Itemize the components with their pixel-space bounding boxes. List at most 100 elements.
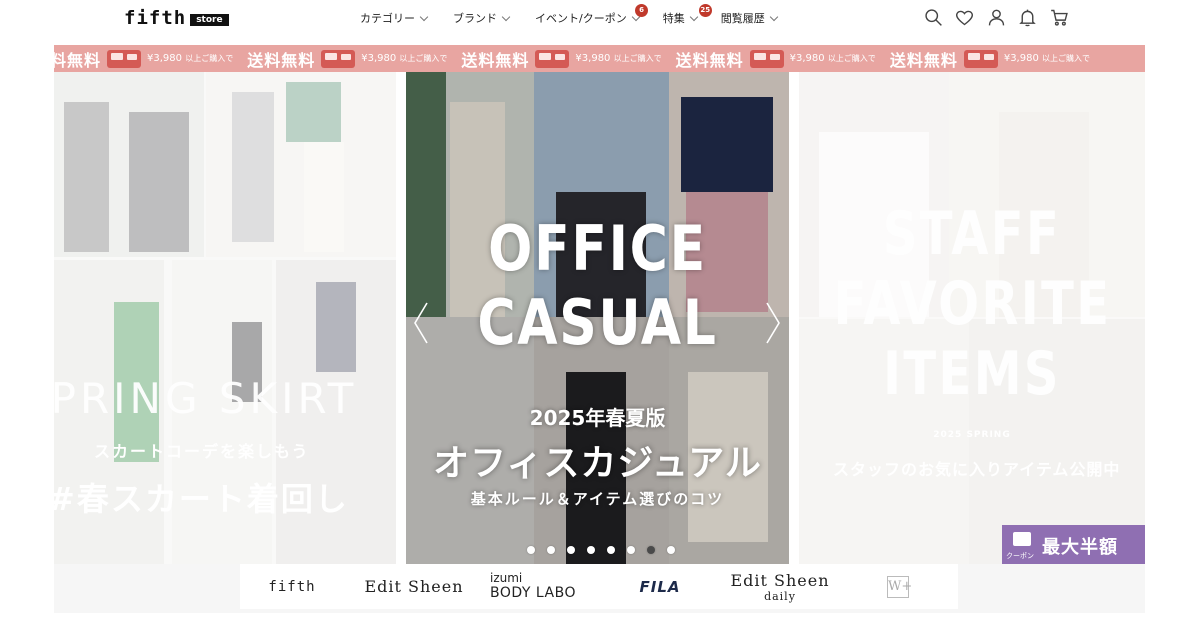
shipping-condition-text: 以上ご購入で [1042,54,1091,63]
slide-left-title: SPRING SKIRT [54,374,358,423]
shipping-condition: ¥3,980 以上ご購入で [575,53,661,64]
nav-category-label: カテゴリー [360,12,415,25]
delivery-van-icon [321,49,356,68]
chevron-left-icon [414,302,428,344]
carousel-dot[interactable] [647,546,655,554]
brand-wellness-logo: W+ [887,575,912,598]
brand-fila-logo: FILA [639,577,681,596]
delivery-van-icon [107,49,142,68]
brand-edit-sheen-daily-line1: Edit Sheen [730,570,830,590]
shipping-price: ¥3,980 [789,53,825,64]
chevron-right-icon [766,302,780,344]
brand-edit-sheen-daily-line2: daily [764,589,796,603]
nav-feature-label: 特集 [662,12,685,25]
slide-center-title-line1: OFFICE [488,212,707,285]
coupon-text: 最大半額 [1042,537,1118,558]
carousel-next-button[interactable] [762,300,784,346]
slide-right-title-line3: ITEMS [883,339,1061,409]
brand-izumi-line2: BODY LABO [490,585,576,601]
free-shipping-text: 送料無料 [247,50,316,70]
nav-brand[interactable]: ブランド [453,10,511,26]
slide-center-sub: 基本ルール＆アイテム選びのコツ [470,490,725,508]
brand-wellness[interactable]: W+ [876,564,920,609]
bell-icon [1019,9,1036,26]
brand-edit-sheen[interactable]: Edit Sheen [364,564,464,609]
carousel-dot[interactable] [567,546,575,554]
shipping-condition: ¥3,980 以上ご購入で [147,53,233,64]
shipping-condition: ¥3,980 以上ご購入で [361,53,447,64]
brand-edit-sheen-logo: Edit Sheen [364,577,464,596]
brand-fifth[interactable]: fifth [268,564,314,609]
carousel-dot[interactable] [527,546,535,554]
cart-button[interactable] [1048,6,1070,28]
nav-event-coupon[interactable]: イベント/クーポン 6 [535,4,648,26]
main-nav: カテゴリー ブランド イベント/クーポン 6 特集 25 閲覧履歴 [360,4,778,26]
site-logo[interactable]: fifth store [124,8,229,28]
slide-staff-favorite[interactable]: STAFF FAVORITE ITEMS 2025 SPRING スタッフのお気… [799,72,1145,564]
slide-center-title-line2: CASUAL [477,286,718,359]
shipping-segment: 送料無料 ¥3,980 以上ご購入で [676,47,890,71]
shipping-condition-text: 以上ご購入で [827,54,876,63]
carousel-dot[interactable] [547,546,555,554]
coupon-icon: クーポン [1002,525,1042,567]
slide-left-subtitle: スカートコーデを楽しもう [94,442,310,461]
nav-category[interactable]: カテゴリー [360,10,429,26]
carousel-dot[interactable] [667,546,675,554]
cart-icon [1050,9,1068,26]
nav-history[interactable]: 閲覧履歴 [721,10,778,26]
slide-spring-skirt[interactable]: SPRING SKIRT スカートコーデを楽しもう #春スカート着回し [54,72,396,564]
shipping-segment: 送料無料 ¥3,980 以上ご購入で [247,47,461,71]
brand-fila[interactable]: FILA [638,564,682,609]
shipping-segment: 送料無料 ¥3,980 以上ご購入で [461,47,675,71]
slide-center-main: オフィスカジュアル [433,443,762,484]
shipping-price: ¥3,980 [575,53,611,64]
shipping-condition: ¥3,980 以上ご購入で [790,53,876,64]
shipping-condition-text: 以上ご購入で [613,54,662,63]
shipping-price: ¥3,980 [361,53,397,64]
shipping-segment: 送料無料 ¥3,980 以上ご購入で [54,47,247,71]
slide-right-title-line1: STAFF [882,199,1062,269]
notification-button[interactable] [1017,6,1039,28]
nav-event-coupon-badge: 6 [635,4,648,17]
chevron-down-icon [689,12,698,21]
search-icon [924,8,942,26]
logo-text: fifth [124,7,187,29]
brand-izumi-body-labo[interactable]: izumi BODY LABO [490,564,584,609]
brand-list: fifth Edit Sheen izumi BODY LABO FILA Ed… [240,564,958,609]
delivery-van-icon [535,49,570,68]
favorite-button[interactable] [954,6,976,28]
shipping-price: ¥3,980 [147,53,183,64]
account-button[interactable] [985,6,1007,28]
slide-right-season: 2025 SPRING [933,430,1011,440]
delivery-van-icon [749,49,784,68]
slide-right-subtitle: スタッフのお気に入りアイテム公開中 [833,460,1121,479]
coupon-icon-label: クーポン [1006,552,1034,560]
carousel-dot[interactable] [607,546,615,554]
shipping-condition-text: 以上ご購入で [399,54,448,63]
nav-feature[interactable]: 特集 25 [662,4,712,26]
chevron-down-icon [419,12,429,21]
brand-edit-sheen-daily[interactable]: Edit Sheen daily [728,564,832,609]
free-shipping-text: 送料無料 [675,50,744,70]
brand-izumi-line1: izumi [490,571,523,585]
carousel-dot[interactable] [587,546,595,554]
slide-office-casual[interactable]: OFFICE CASUAL 2025年春夏版 オフィスカジュアル 基本ルール＆ア… [406,72,789,564]
search-button[interactable] [922,6,944,28]
nav-brand-label: ブランド [453,12,497,25]
shipping-condition: ¥3,980 以上ご購入で [1004,53,1090,64]
slide-center-year: 2025年春夏版 [529,406,666,430]
carousel-prev-button[interactable] [410,300,432,346]
slide-right-title-line2: FAVORITE [833,269,1112,339]
header-icons [922,6,1080,28]
carousel-dot[interactable] [627,546,635,554]
nav-feature-badge: 25 [698,4,712,17]
slide-left-hashtag: #春スカート着回し [54,480,349,518]
site-header: fifth store カテゴリー ブランド イベント/クーポン 6 特集 25… [0,0,1200,40]
shipping-condition-text: 以上ご購入で [185,54,234,63]
coupon-card-shape [1013,532,1031,546]
free-shipping-banner[interactable]: 送料無料 ¥3,980 以上ご購入で 送料無料 ¥3,980 以上ご購入で 送料… [54,45,1145,72]
delivery-van-icon [963,49,998,68]
coupon-button[interactable]: クーポン 最大半額 [1002,525,1145,567]
brand-bar: fifth Edit Sheen izumi BODY LABO FILA Ed… [54,564,1145,613]
heart-icon [955,10,974,25]
